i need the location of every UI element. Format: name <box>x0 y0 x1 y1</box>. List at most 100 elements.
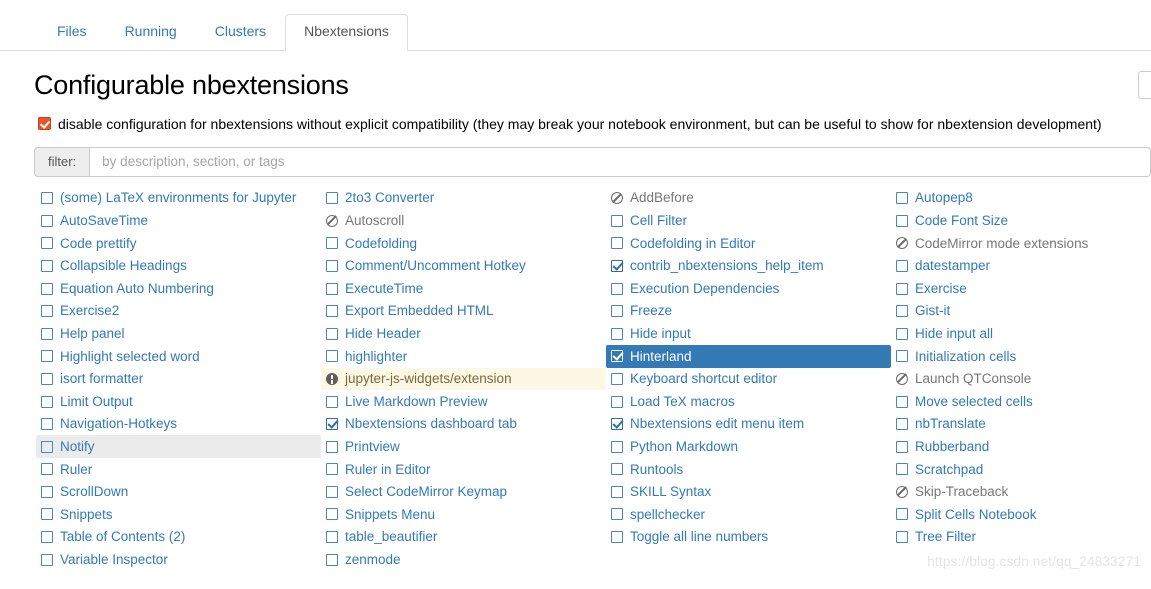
extension-list-item[interactable]: Move selected cells <box>891 390 1151 413</box>
unchecked-box-icon[interactable] <box>41 305 53 318</box>
unchecked-box-icon[interactable] <box>896 282 908 295</box>
extension-list-item[interactable]: Export Embedded HTML <box>321 300 606 323</box>
extension-list-item[interactable]: Notify <box>36 435 321 458</box>
unchecked-box-icon[interactable] <box>326 485 338 498</box>
unchecked-box-icon[interactable] <box>41 192 53 205</box>
unchecked-box-icon[interactable] <box>326 440 338 453</box>
extension-list-item[interactable]: 2to3 Converter <box>321 187 606 210</box>
unchecked-box-icon[interactable] <box>41 282 53 295</box>
tab-files[interactable]: Files <box>38 14 106 50</box>
extension-list-item[interactable]: Snippets <box>36 503 321 526</box>
unchecked-box-icon[interactable] <box>41 214 53 227</box>
unchecked-box-icon[interactable] <box>611 508 623 521</box>
extension-list-item[interactable]: AutoSaveTime <box>36 209 321 232</box>
unchecked-box-icon[interactable] <box>41 418 53 431</box>
unchecked-box-icon[interactable] <box>896 327 908 340</box>
unchecked-box-icon[interactable] <box>326 508 338 521</box>
extension-list-item[interactable]: jupyter-js-widgets/extension <box>321 367 606 391</box>
extension-list-item[interactable]: isort formatter <box>36 368 321 391</box>
unchecked-box-icon[interactable] <box>41 508 53 521</box>
unchecked-box-icon[interactable] <box>326 395 338 408</box>
unchecked-box-icon[interactable] <box>41 237 53 250</box>
extension-list-item[interactable]: Tree Filter <box>891 526 1151 549</box>
extension-list-item[interactable]: Rubberband <box>891 435 1151 458</box>
tab-link-label[interactable]: Running <box>106 14 196 50</box>
extension-list-item[interactable]: Code Font Size <box>891 209 1151 232</box>
extension-list-item[interactable]: spellchecker <box>606 503 891 526</box>
extension-list-item[interactable]: Hide input <box>606 322 891 345</box>
extension-list-item[interactable]: Codefolding in Editor <box>606 232 891 255</box>
unchecked-box-icon[interactable] <box>896 305 908 318</box>
checked-box-icon[interactable] <box>611 350 623 363</box>
extension-list-item[interactable]: Codefolding <box>321 232 606 255</box>
unchecked-box-icon[interactable] <box>611 440 623 453</box>
extension-list-item[interactable]: nbTranslate <box>891 413 1151 436</box>
unchecked-box-icon[interactable] <box>326 463 338 476</box>
extension-list-item[interactable]: Ruler <box>36 458 321 481</box>
extension-list-item[interactable]: zenmode <box>321 548 606 571</box>
extension-list-item[interactable]: Freeze <box>606 300 891 323</box>
tab-clusters[interactable]: Clusters <box>196 14 285 50</box>
extension-list-item[interactable]: Load TeX macros <box>606 390 891 413</box>
extension-list-item[interactable]: table_beautifier <box>321 526 606 549</box>
extension-list-item[interactable]: Scratchpad <box>891 458 1151 481</box>
unchecked-box-icon[interactable] <box>611 531 623 544</box>
extension-list-item[interactable]: Live Markdown Preview <box>321 390 606 413</box>
extension-list-item[interactable]: Skip-Traceback <box>891 481 1151 504</box>
extension-list-item[interactable]: CodeMirror mode extensions <box>891 232 1151 255</box>
unchecked-box-icon[interactable] <box>896 418 908 431</box>
extension-list-item[interactable]: Navigation-Hotkeys <box>36 413 321 436</box>
unchecked-box-icon[interactable] <box>41 440 53 453</box>
unchecked-box-icon[interactable] <box>326 553 338 566</box>
extension-list-item[interactable]: Execution Dependencies <box>606 277 891 300</box>
unchecked-box-icon[interactable] <box>611 485 623 498</box>
unchecked-box-icon[interactable] <box>896 214 908 227</box>
unchecked-box-icon[interactable] <box>326 327 338 340</box>
extension-list-item[interactable]: Limit Output <box>36 390 321 413</box>
unchecked-box-icon[interactable] <box>326 259 338 272</box>
unchecked-box-icon[interactable] <box>41 259 53 272</box>
disable-config-row[interactable]: disable configuration for nbextensions w… <box>38 115 1151 133</box>
extension-list-item[interactable]: AddBefore <box>606 187 891 210</box>
tab-link-label[interactable]: Files <box>38 14 106 50</box>
extension-list-item[interactable]: Ruler in Editor <box>321 458 606 481</box>
extension-list-item[interactable]: ScrollDown <box>36 481 321 504</box>
extension-list-item[interactable]: Autopep8 <box>891 187 1151 210</box>
unchecked-box-icon[interactable] <box>896 531 908 544</box>
checked-box-icon[interactable] <box>611 418 623 431</box>
filter-input[interactable] <box>89 146 1151 177</box>
extension-list-item[interactable]: Split Cells Notebook <box>891 503 1151 526</box>
unchecked-box-icon[interactable] <box>611 395 623 408</box>
unchecked-box-icon[interactable] <box>896 395 908 408</box>
extension-list-item[interactable]: Autoscroll <box>321 209 606 232</box>
extension-list-item[interactable]: contrib_nbextensions_help_item <box>606 255 891 278</box>
extension-list-item[interactable]: Initialization cells <box>891 345 1151 368</box>
unchecked-box-icon[interactable] <box>326 237 338 250</box>
checked-box-icon[interactable] <box>611 259 623 272</box>
extension-list-item[interactable]: Comment/Uncomment Hotkey <box>321 255 606 278</box>
extension-list-item[interactable]: Keyboard shortcut editor <box>606 368 891 391</box>
unchecked-box-icon[interactable] <box>41 553 53 566</box>
extension-list-item[interactable]: Exercise2 <box>36 300 321 323</box>
unchecked-box-icon[interactable] <box>611 372 623 385</box>
disable-config-label[interactable]: disable configuration for nbextensions w… <box>58 115 1102 133</box>
extension-list-item[interactable]: Launch QTConsole <box>891 368 1151 391</box>
tab-running[interactable]: Running <box>106 14 196 50</box>
unchecked-box-icon[interactable] <box>611 237 623 250</box>
extension-list-item[interactable]: Cell Filter <box>606 209 891 232</box>
tab-link-label[interactable]: Clusters <box>196 14 285 50</box>
extension-list-item[interactable]: Code prettify <box>36 232 321 255</box>
extension-list-item[interactable]: Equation Auto Numbering <box>36 277 321 300</box>
extension-list-item[interactable]: Table of Contents (2) <box>36 526 321 549</box>
extension-list-item[interactable]: Collapsible Headings <box>36 255 321 278</box>
unchecked-box-icon[interactable] <box>896 259 908 272</box>
checked-box-icon[interactable] <box>326 418 338 431</box>
extension-list-item[interactable]: datestamper <box>891 255 1151 278</box>
extension-list-item[interactable]: Runtools <box>606 458 891 481</box>
unchecked-box-icon[interactable] <box>896 463 908 476</box>
extension-list-item[interactable]: (some) LaTeX environments for Jupyter <box>36 187 321 210</box>
extension-list-item[interactable]: Highlight selected word <box>36 345 321 368</box>
unchecked-box-icon[interactable] <box>41 327 53 340</box>
extension-list-item[interactable]: Hinterland <box>606 345 891 368</box>
extension-list-item[interactable]: Select CodeMirror Keymap <box>321 481 606 504</box>
